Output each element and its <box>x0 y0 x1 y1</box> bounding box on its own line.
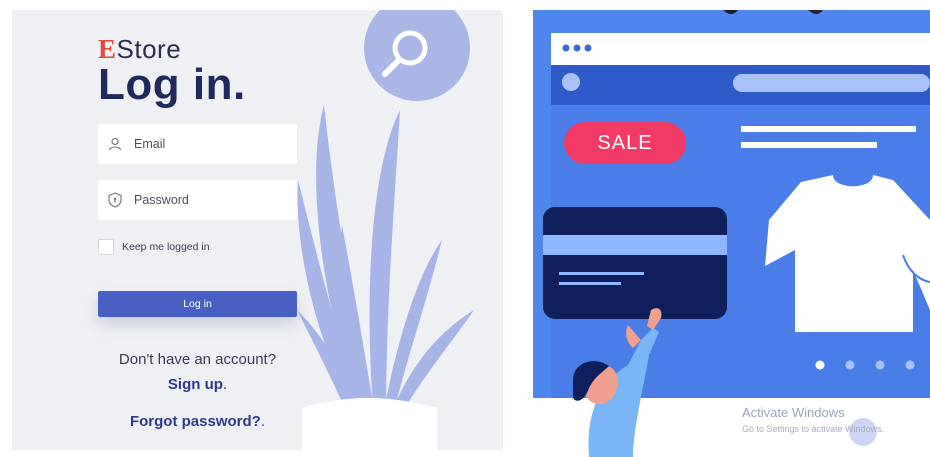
window-dot-icon <box>562 44 570 52</box>
forgot-suffix: . <box>260 413 265 430</box>
password-field[interactable] <box>98 180 297 220</box>
password-input[interactable] <box>134 193 284 207</box>
remember-checkbox[interactable] <box>98 239 114 255</box>
signup-link[interactable]: Sign up <box>168 376 223 393</box>
page-title: Log in. <box>98 60 246 109</box>
illustration-graphic <box>533 10 930 457</box>
email-input[interactable] <box>134 137 284 151</box>
user-icon <box>108 136 122 152</box>
plant-pot <box>302 398 437 450</box>
window-dot-icon <box>573 44 581 52</box>
sale-badge-label: SALE <box>597 131 653 154</box>
shopping-illustration: SALE <box>533 10 930 457</box>
login-button[interactable]: Log in <box>98 291 297 317</box>
windows-activation-title: Activate Windows <box>742 405 845 420</box>
search-circle <box>364 10 470 101</box>
email-field[interactable] <box>98 124 297 164</box>
signup-line: Sign up. <box>92 376 303 393</box>
forgot-password-link[interactable]: Forgot password? <box>130 413 261 430</box>
login-panel: EStore Log in. Keep me logged in Log in … <box>12 10 503 450</box>
remember-label: Keep me logged in <box>122 241 210 253</box>
window-dot-icon <box>584 44 592 52</box>
signup-prompt: Don't have an account? <box>118 351 277 368</box>
forgot-line: Forgot password?. <box>92 413 303 430</box>
credit-card <box>543 207 727 319</box>
windows-activation-subtitle: Go to Settings to activate Windows. <box>742 424 885 434</box>
shield-icon <box>108 192 122 208</box>
plant-leaves <box>297 105 474 420</box>
remember-me[interactable]: Keep me logged in <box>98 239 210 255</box>
signup-suffix: . <box>222 376 228 393</box>
